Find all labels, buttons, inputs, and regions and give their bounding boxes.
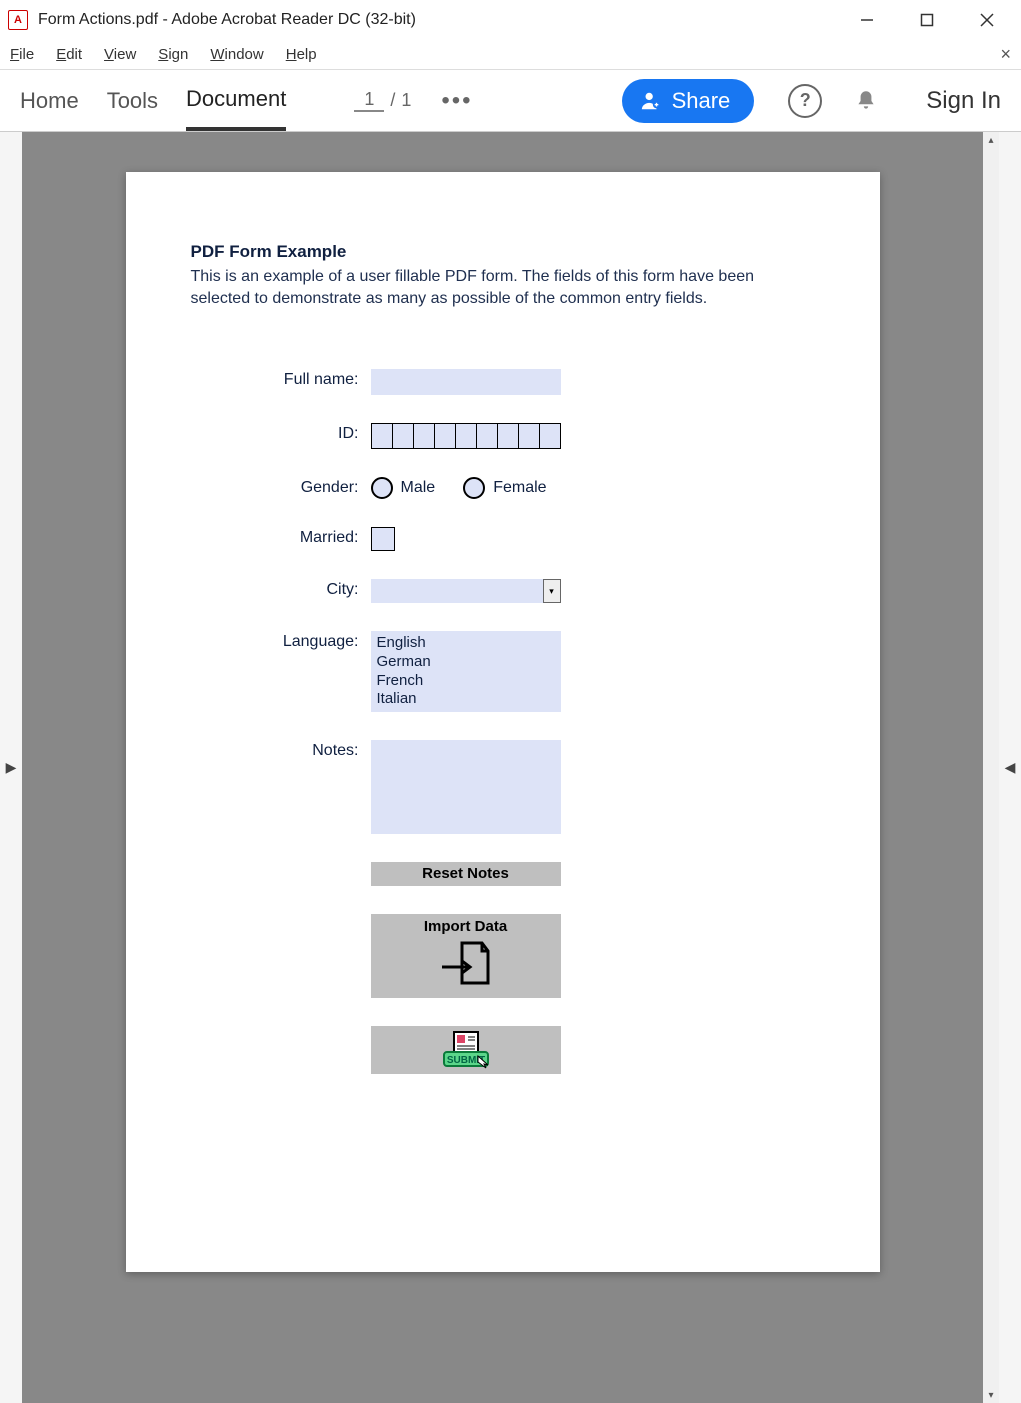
- import-file-icon: [438, 939, 494, 987]
- tab-home[interactable]: Home: [20, 70, 79, 131]
- notifications-button[interactable]: [850, 85, 882, 117]
- total-pages: 1: [401, 90, 411, 111]
- tab-tools[interactable]: Tools: [107, 70, 158, 131]
- scroll-up-icon[interactable]: ▴: [983, 132, 999, 148]
- label-fullname: Full name:: [191, 369, 371, 389]
- radio-male-label: Male: [401, 479, 436, 497]
- language-option[interactable]: German: [377, 653, 555, 672]
- fullname-input[interactable]: [371, 369, 561, 395]
- reset-notes-button[interactable]: Reset Notes: [371, 862, 561, 886]
- language-option[interactable]: French: [377, 672, 555, 691]
- pdf-page: PDF Form Example This is an example of a…: [126, 172, 880, 1272]
- menu-view[interactable]: View: [104, 46, 136, 63]
- chevron-down-icon: ▾: [543, 579, 561, 603]
- close-button[interactable]: [957, 0, 1017, 40]
- import-label: Import Data: [371, 918, 561, 935]
- radio-female-label: Female: [493, 479, 546, 497]
- menu-edit[interactable]: Edit: [56, 46, 82, 63]
- bell-icon: [853, 88, 879, 114]
- share-button[interactable]: Share: [622, 79, 755, 123]
- married-checkbox[interactable]: [371, 527, 395, 551]
- page-indicator: 1 / 1: [354, 89, 411, 112]
- share-label: Share: [672, 88, 731, 114]
- radio-male[interactable]: Male: [371, 477, 436, 499]
- import-data-button[interactable]: Import Data: [371, 914, 561, 998]
- menu-window[interactable]: Window: [210, 46, 263, 63]
- menu-help[interactable]: Help: [286, 46, 317, 63]
- form-title: PDF Form Example: [191, 242, 815, 262]
- left-panel-toggle[interactable]: ▶: [0, 132, 22, 1403]
- language-option[interactable]: English: [377, 634, 555, 653]
- right-panel-toggle[interactable]: ◀: [999, 132, 1021, 1403]
- radio-icon: [371, 477, 393, 499]
- menu-file[interactable]: File: [10, 46, 34, 63]
- window-title: Form Actions.pdf - Adobe Acrobat Reader …: [38, 11, 416, 29]
- submit-icon: SUBMIT: [438, 1030, 494, 1070]
- label-city: City:: [191, 579, 371, 599]
- close-tab-button[interactable]: ×: [1000, 44, 1011, 65]
- maximize-button[interactable]: [897, 0, 957, 40]
- help-button[interactable]: ?: [788, 84, 822, 118]
- content-area: ▶ PDF Form Example This is an example of…: [0, 132, 1021, 1403]
- submit-button[interactable]: SUBMIT: [371, 1026, 561, 1074]
- titlebar: A Form Actions.pdf - Adobe Acrobat Reade…: [0, 0, 1021, 40]
- sign-in-button[interactable]: Sign In: [926, 87, 1001, 115]
- label-language: Language:: [191, 631, 371, 651]
- menu-sign[interactable]: Sign: [158, 46, 188, 63]
- label-id: ID:: [191, 423, 371, 443]
- notes-textarea[interactable]: [371, 740, 561, 834]
- scroll-down-icon[interactable]: ▾: [983, 1387, 999, 1403]
- label-married: Married:: [191, 527, 371, 547]
- minimize-button[interactable]: [837, 0, 897, 40]
- more-menu-button[interactable]: •••: [441, 87, 472, 115]
- language-option[interactable]: Italian: [377, 690, 555, 709]
- current-page-input[interactable]: 1: [354, 89, 384, 112]
- label-notes: Notes:: [191, 740, 371, 760]
- toolbar: Home Tools Document 1 / 1 ••• Share ? Si…: [0, 70, 1021, 132]
- vertical-scrollbar[interactable]: ▴ ▾: [983, 132, 999, 1403]
- city-dropdown[interactable]: ▾: [371, 579, 561, 603]
- radio-female[interactable]: Female: [463, 477, 546, 499]
- label-gender: Gender:: [191, 477, 371, 497]
- form-description: This is an example of a user fillable PD…: [191, 266, 815, 309]
- document-viewer[interactable]: PDF Form Example This is an example of a…: [22, 132, 983, 1403]
- id-input[interactable]: [371, 423, 561, 449]
- tab-document[interactable]: Document: [186, 70, 286, 131]
- language-listbox[interactable]: English German French Italian: [371, 631, 561, 712]
- menubar: File Edit View Sign Window Help ×: [0, 40, 1021, 70]
- page-separator: /: [390, 90, 395, 111]
- acrobat-icon: A: [8, 10, 28, 30]
- radio-icon: [463, 477, 485, 499]
- share-person-icon: [640, 90, 662, 112]
